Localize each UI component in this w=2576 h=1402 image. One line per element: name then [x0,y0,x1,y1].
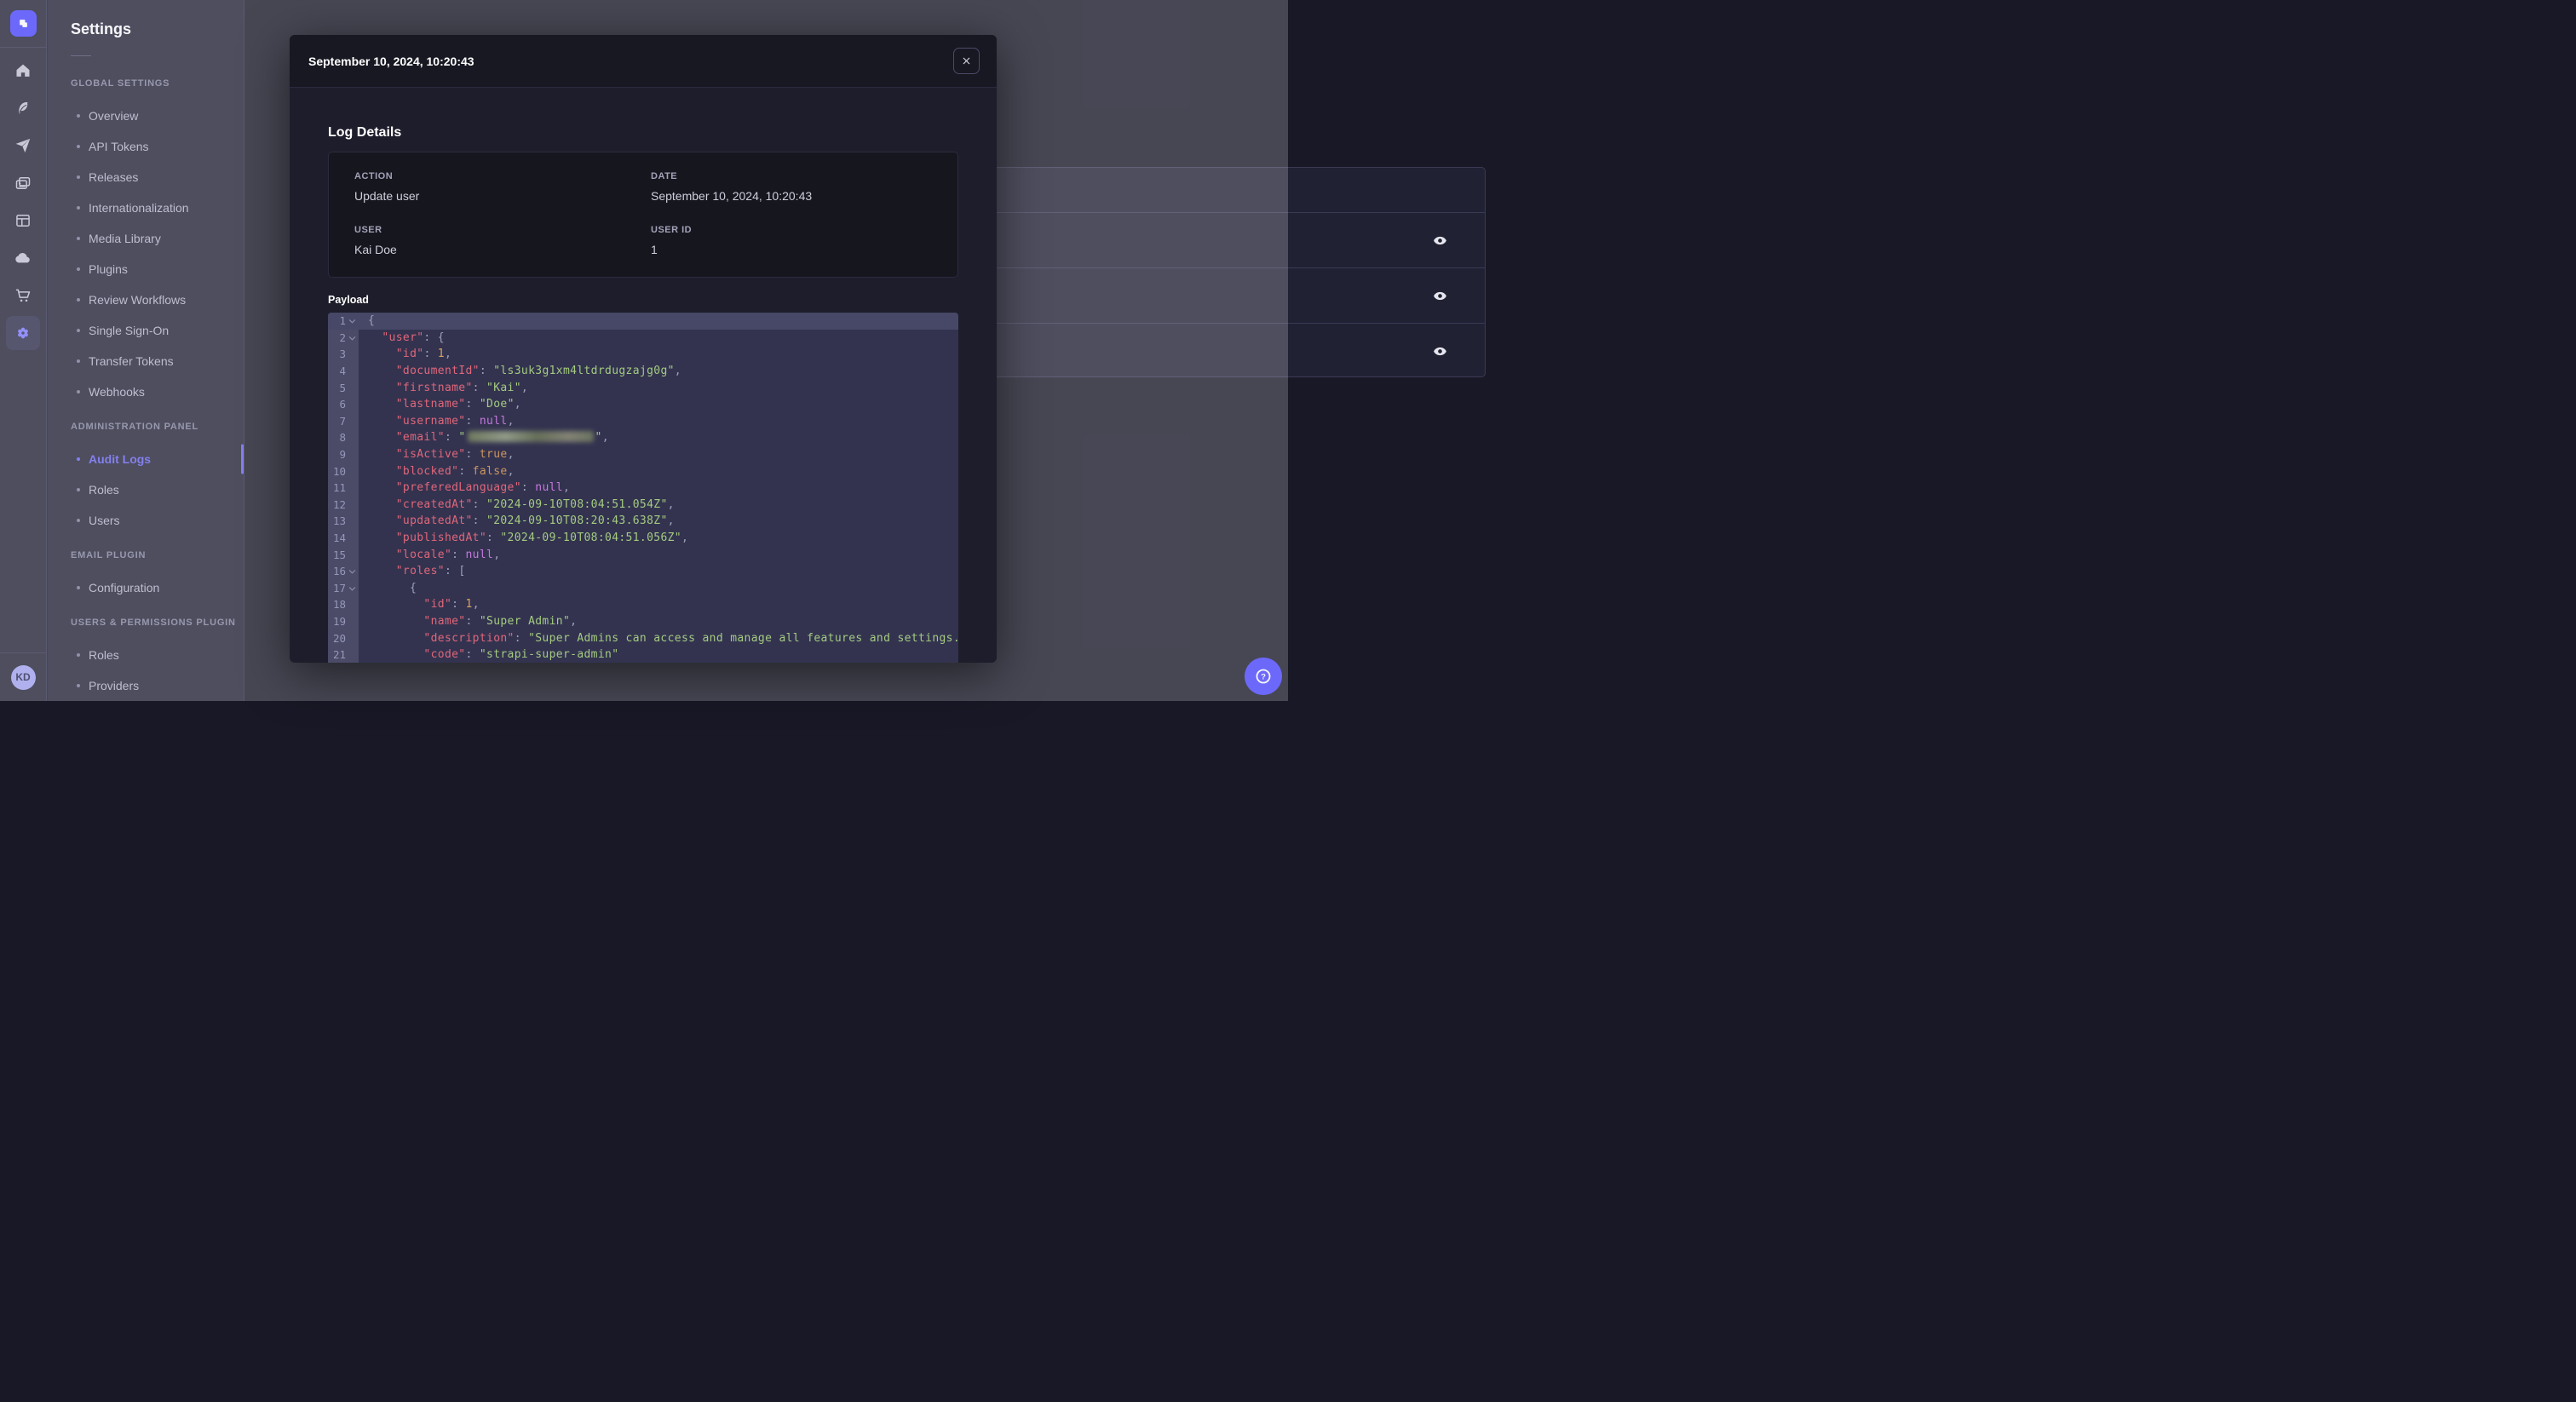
code-line: 12 "createdAt": "2024-09-10T08:04:51.054… [328,497,958,514]
field-label: ACTION [354,171,394,181]
eye-icon [1433,291,1446,300]
code-line: 11 "preferedLanguage": null, [328,480,958,497]
code-line: 7 "username": null, [328,413,958,430]
fold-toggle-chevron-icon[interactable] [348,569,356,575]
view-log-button[interactable] [1426,337,1453,365]
field-value: Update user [354,189,420,203]
line-number: 15 [332,548,346,561]
code-line: 15 "locale": null, [328,546,958,563]
code-line: 18 "id": 1, [328,596,958,613]
fold-toggle-chevron-icon[interactable] [348,319,356,325]
code-line: 13 "updatedAt": "2024-09-10T08:20:43.638… [328,513,958,530]
line-number: 19 [332,614,346,628]
code-line: 19 "name": "Super Admin", [328,613,958,630]
line-number: 20 [332,631,346,645]
modal-title: September 10, 2024, 10:20:43 [308,54,474,68]
view-log-button[interactable] [1426,282,1453,309]
code-line: 20 "description": "Super Admins can acce… [328,629,958,646]
field-value: 1 [651,243,658,256]
eye-icon [1433,347,1446,355]
detail-field: DATE September 10, 2024, 10:20:43 [651,171,932,203]
log-details-heading: Log Details [328,125,402,140]
line-number: 7 [339,414,346,428]
detail-field: USER ID 1 [651,225,932,256]
eye-icon [1433,236,1446,244]
code-line: 8 "email": " ", [328,429,958,446]
line-number: 3 [339,348,346,361]
code-line: 5 "firstname": "Kai", [328,379,958,396]
code-line: 16 "roles": [ [328,563,958,580]
line-number: 21 [332,648,346,662]
field-label: USER [354,225,382,235]
modal-body: Log Details ACTION Update user DATE Septemb… [290,88,997,663]
line-number: 4 [339,365,346,378]
line-number: 2 [339,330,346,344]
code-line: 10 "blocked": false, [328,463,958,480]
code-line: 6 "lastname": "Doe", [328,396,958,413]
line-number: 16 [332,565,346,578]
code-line: 17 { [328,580,958,597]
log-details-fields: ACTION Update user DATE September 10, 2024,… [328,152,958,278]
line-number: 5 [339,381,346,394]
code-line: 14 "publishedAt": "2024-09-10T08:04:51.0… [328,530,958,547]
redacted-email-value [467,431,594,443]
fold-toggle-chevron-icon[interactable] [348,586,356,592]
line-number: 12 [332,497,346,511]
line-number: 18 [332,598,346,612]
fold-toggle-chevron-icon[interactable] [348,336,356,342]
payload-label: Payload [328,294,369,306]
code-line: 1{ [328,313,958,330]
detail-field: ACTION Update user [354,171,651,203]
detail-field: USER Kai Doe [354,225,651,256]
modal-header: September 10, 2024, 10:20:43 [290,35,997,88]
line-number: 17 [332,581,346,595]
payload-code-viewer[interactable]: 1{2 "user": {3 "id": 1, 4 "documentId": "… [328,313,958,663]
close-button[interactable] [953,48,980,74]
line-number: 9 [339,448,346,462]
field-value: Kai Doe [354,243,397,256]
line-number: 10 [332,464,346,478]
line-number: 11 [332,481,346,495]
line-number: 14 [332,531,346,545]
field-label: DATE [651,171,678,181]
close-icon [963,57,970,65]
line-number: 13 [332,514,346,528]
code-line: 4 "documentId": "ls3uk3g1xm4ltdrdugzajg0… [328,363,958,380]
field-value: September 10, 2024, 10:20:43 [651,189,813,203]
field-label: USER ID [651,225,693,235]
code-line: 9 "isActive": true, [328,446,958,463]
line-number: 8 [339,431,346,445]
line-number: 1 [339,314,346,328]
line-number: 6 [339,398,346,411]
log-details-modal: September 10, 2024, 10:20:43 Log Details… [290,35,997,663]
code-line: 2 "user": { [328,330,958,347]
code-line: 21 "code": "strapi-super-admin" [328,646,958,663]
code-line: 3 "id": 1, [328,346,958,363]
view-log-button[interactable] [1426,227,1453,254]
